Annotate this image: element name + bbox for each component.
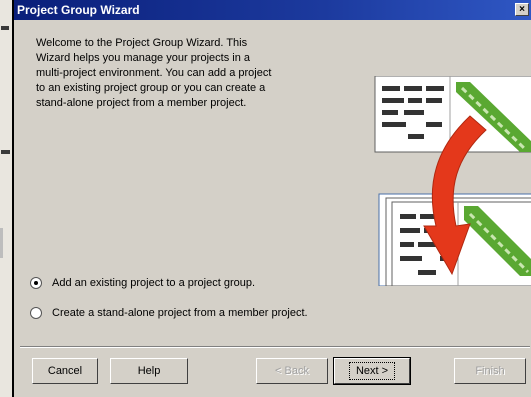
background-mark <box>1 150 10 154</box>
cancel-button[interactable]: Cancel <box>32 358 98 384</box>
close-icon: × <box>519 4 525 15</box>
next-button-label: Next > <box>348 362 396 380</box>
back-button[interactable]: < Back <box>256 358 328 384</box>
next-button[interactable]: Next > <box>333 357 411 385</box>
close-button[interactable]: × <box>515 3 529 16</box>
wizard-illustration <box>374 76 531 286</box>
option-add-existing-label: Add an existing project to a project gro… <box>52 277 256 289</box>
wizard-dialog: Project Group Wizard × Welcome to the Pr… <box>12 0 531 397</box>
background-mark <box>0 228 3 258</box>
option-create-standalone[interactable]: Create a stand-alone project from a memb… <box>30 307 308 319</box>
option-create-standalone-label: Create a stand-alone project from a memb… <box>52 307 308 319</box>
help-button[interactable]: Help <box>110 358 188 384</box>
finish-button[interactable]: Finish <box>454 358 526 384</box>
title-bar[interactable]: Project Group Wizard × <box>14 0 531 20</box>
background-mark <box>1 26 9 30</box>
window-title: Project Group Wizard <box>17 3 140 17</box>
option-create-standalone-radio[interactable] <box>30 307 42 319</box>
option-add-existing-radio[interactable] <box>30 277 42 289</box>
button-separator <box>20 346 530 348</box>
option-add-existing[interactable]: Add an existing project to a project gro… <box>30 277 255 289</box>
welcome-text: Welcome to the Project Group Wizard. Thi… <box>36 37 272 109</box>
